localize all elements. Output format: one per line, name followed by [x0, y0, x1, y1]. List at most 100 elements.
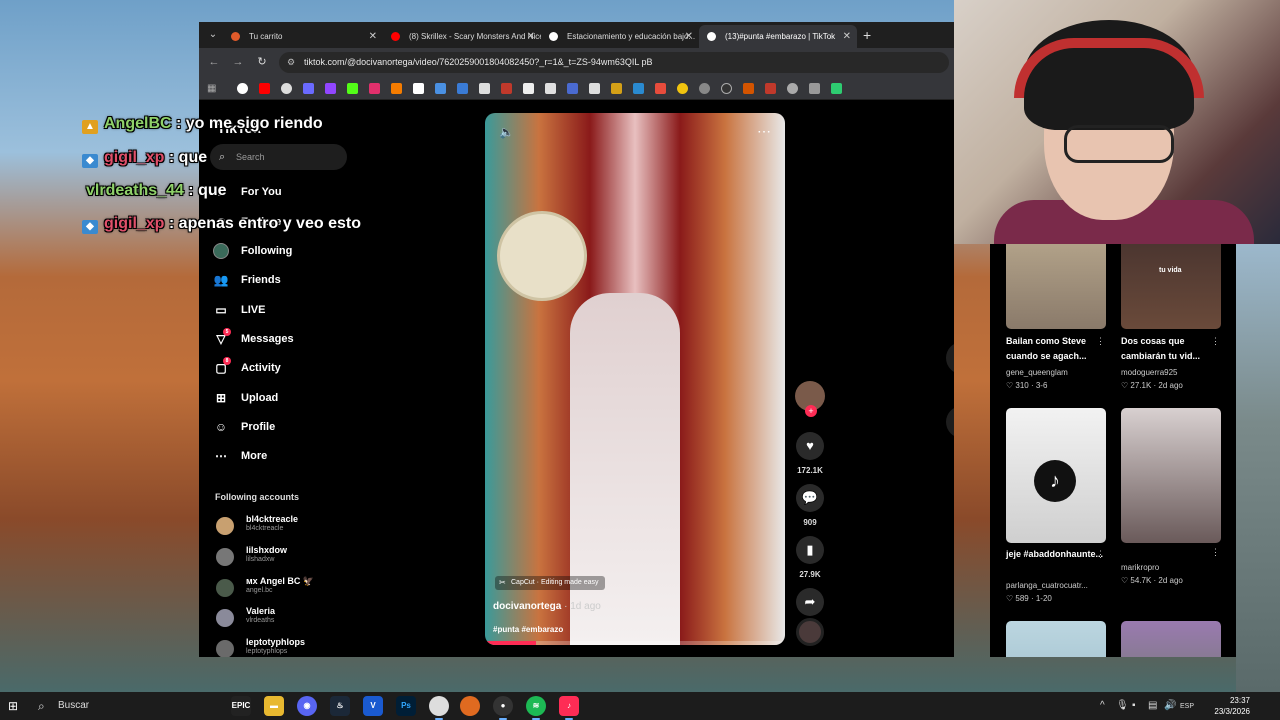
- capcut-tag[interactable]: ✂ CapCut · Editing made easy: [495, 576, 605, 590]
- nav-messages[interactable]: ▽ 5 Messages: [213, 328, 294, 350]
- more-options-icon[interactable]: ⋮: [1211, 336, 1220, 347]
- suggested-video-user[interactable]: marikropro: [1121, 563, 1219, 572]
- bookmark-icon[interactable]: [501, 83, 512, 94]
- suggested-video-thumb[interactable]: [1006, 244, 1106, 329]
- tiktok-app-icon[interactable]: ♪: [559, 696, 579, 720]
- input-language[interactable]: ESP: [1180, 700, 1194, 714]
- file-explorer-icon[interactable]: ▬: [264, 696, 284, 716]
- next-video-button[interactable]: ⌄: [946, 406, 954, 438]
- bookmark-twitch-icon[interactable]: [325, 83, 336, 94]
- apps-grid-icon[interactable]: ▦: [207, 83, 218, 94]
- back-icon[interactable]: ←: [207, 55, 221, 69]
- tray-app-icon[interactable]: ▪: [1132, 699, 1136, 713]
- volume-icon[interactable]: 🔊: [1164, 699, 1176, 713]
- app-icon[interactable]: [460, 696, 480, 716]
- new-tab-icon[interactable]: +: [863, 25, 871, 45]
- video-player[interactable]: 🔈 ⋯ ✂ CapCut · Editing made easy docivan…: [485, 113, 785, 645]
- steam-icon[interactable]: ♨: [330, 696, 350, 716]
- url-field[interactable]: ⚙ tiktok.com/@docivanortega/video/762025…: [279, 52, 949, 73]
- bookmark-icon[interactable]: [567, 83, 578, 94]
- nav-activity[interactable]: ▢ 8 Activity: [213, 357, 281, 379]
- bookmark-icon[interactable]: [303, 83, 314, 94]
- tab-close-icon[interactable]: ✕: [369, 25, 377, 48]
- tab-close-icon[interactable]: ✕: [685, 25, 693, 48]
- bookmark-icon[interactable]: [721, 83, 732, 94]
- music-disc-icon[interactable]: [796, 618, 824, 646]
- chrome-icon[interactable]: [429, 696, 449, 720]
- suggested-video-thumb[interactable]: [1121, 408, 1221, 543]
- taskbar-search[interactable]: ⌕ Buscar: [34, 694, 220, 718]
- volume-icon[interactable]: 🔈: [499, 125, 514, 139]
- spotify-icon[interactable]: ≋: [526, 696, 546, 720]
- save-button[interactable]: ▮: [796, 536, 824, 564]
- browser-tab[interactable]: Tu carrito ✕: [223, 25, 383, 48]
- tab-close-icon[interactable]: ✕: [527, 25, 535, 48]
- network-icon[interactable]: ▤: [1148, 699, 1157, 713]
- video-more-icon[interactable]: ⋯: [757, 123, 771, 140]
- bookmark-icon[interactable]: [743, 83, 754, 94]
- nav-upload[interactable]: ⊞ Upload: [213, 387, 278, 409]
- suggested-video-user[interactable]: parlanga_cuatrocuatr...: [1006, 581, 1104, 590]
- bookmark-icon[interactable]: [699, 83, 710, 94]
- more-options-icon[interactable]: ⋮: [1096, 549, 1105, 560]
- app-v-icon[interactable]: V: [363, 696, 383, 716]
- nav-following[interactable]: Following: [213, 240, 292, 262]
- share-button[interactable]: ➦: [796, 588, 824, 616]
- site-info-icon[interactable]: ⚙: [287, 52, 295, 73]
- bookmark-icon[interactable]: [281, 83, 292, 94]
- video-author[interactable]: docivanortega · 1d ago: [493, 601, 601, 612]
- suggested-video-thumb[interactable]: [1006, 621, 1106, 657]
- suggested-video-thumb[interactable]: tu vida: [1121, 244, 1221, 329]
- suggested-video-thumb[interactable]: [1121, 621, 1221, 657]
- bookmark-kick-icon[interactable]: [347, 83, 358, 94]
- obs-icon[interactable]: ●: [493, 696, 513, 720]
- suggested-video-user[interactable]: modoguerra925: [1121, 368, 1219, 377]
- reload-icon[interactable]: ↻: [255, 55, 269, 69]
- discord-icon[interactable]: ◉: [297, 696, 317, 716]
- photoshop-icon[interactable]: Ps: [396, 696, 416, 716]
- bookmark-icon[interactable]: [523, 83, 534, 94]
- tab-close-icon[interactable]: ✕: [843, 25, 851, 48]
- bookmark-google-icon[interactable]: [237, 83, 248, 94]
- browser-tab[interactable]: Estacionamiento y educación bajo... ✕: [541, 25, 699, 48]
- suggested-video-thumb[interactable]: ♪: [1006, 408, 1106, 543]
- bookmark-icon[interactable]: [479, 83, 490, 94]
- browser-tab[interactable]: (8) Skrillex - Scary Monsters And Nice S…: [383, 25, 541, 48]
- bookmark-icon[interactable]: [787, 83, 798, 94]
- bookmark-icon[interactable]: [435, 83, 446, 94]
- nav-more[interactable]: ⋯ More: [213, 445, 267, 467]
- tray-chevron-up-icon[interactable]: ^: [1100, 699, 1105, 713]
- search-input[interactable]: ⌕ Search: [210, 144, 347, 170]
- bookmark-youtube-icon[interactable]: [259, 83, 270, 94]
- comment-button[interactable]: 💬: [796, 484, 824, 512]
- video-progress-bar[interactable]: [485, 641, 785, 645]
- bookmark-icon[interactable]: [391, 83, 402, 94]
- more-options-icon[interactable]: ⋮: [1096, 336, 1105, 347]
- bookmark-icon[interactable]: [457, 83, 468, 94]
- windows-start-icon[interactable]: ⊞: [8, 699, 22, 713]
- system-clock[interactable]: 23:37 23/3/2026: [1196, 695, 1250, 717]
- bookmark-icon[interactable]: [809, 83, 820, 94]
- browser-tab-active[interactable]: (13)#punta #embarazo | TikTok ✕: [699, 25, 857, 48]
- bookmark-icon[interactable]: [589, 83, 600, 94]
- microphone-icon[interactable]: 🎙: [1116, 699, 1129, 713]
- forward-icon[interactable]: →: [231, 55, 245, 69]
- nav-friends[interactable]: 👥 Friends: [213, 269, 281, 291]
- nav-profile[interactable]: ☺ Profile: [213, 416, 275, 438]
- suggested-video-title[interactable]: Bailan como Steve cuando se agach...: [1006, 334, 1104, 364]
- suggested-video-user[interactable]: gene_queenglam: [1006, 368, 1104, 377]
- suggested-video-title[interactable]: Dos cosas que cambiarán tu vid...: [1121, 334, 1219, 364]
- bookmark-icon[interactable]: [633, 83, 644, 94]
- bookmark-instagram-icon[interactable]: [369, 83, 380, 94]
- bookmark-icon[interactable]: [677, 83, 688, 94]
- more-options-icon[interactable]: ⋮: [1211, 547, 1220, 558]
- follow-plus-icon[interactable]: +: [805, 405, 817, 417]
- bookmark-icon[interactable]: [545, 83, 556, 94]
- bookmark-icon[interactable]: [655, 83, 666, 94]
- epic-games-icon[interactable]: EPIC: [231, 696, 251, 716]
- like-button[interactable]: ♥: [796, 432, 824, 460]
- tab-search-dropdown-icon[interactable]: ⌄: [205, 27, 221, 43]
- bookmark-x-icon[interactable]: [413, 83, 424, 94]
- suggested-video-title[interactable]: jeje #abaddonhaunte...: [1006, 547, 1104, 562]
- bookmark-sheets-icon[interactable]: [831, 83, 842, 94]
